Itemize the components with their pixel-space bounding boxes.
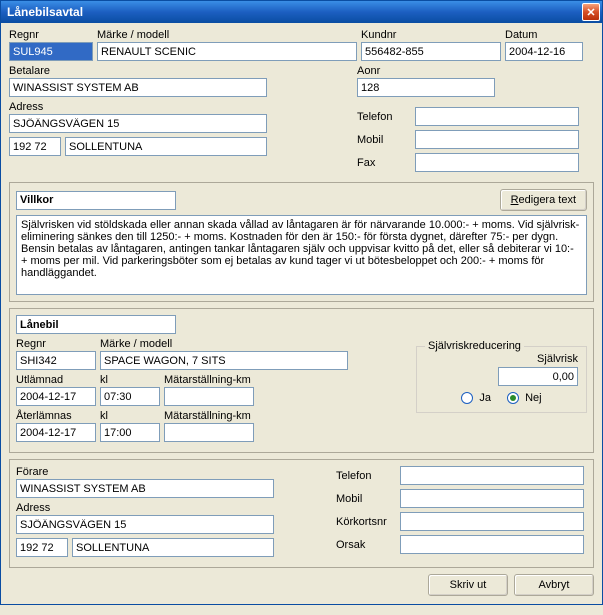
window-title: Lånebilsavtal — [7, 5, 83, 19]
fax-input[interactable] — [415, 153, 579, 172]
forare-telefon-label: Telefon — [336, 470, 400, 482]
lanebil-section: Regnr Märke / modell Utlämnad — [9, 308, 594, 453]
datum-label: Datum — [505, 29, 583, 41]
aterlamnas-label: Återlämnas — [16, 410, 96, 422]
close-button[interactable]: ✕ — [582, 3, 600, 21]
content-area: Regnr Märke / modell Kundnr Datum Betala… — [1, 23, 602, 604]
telefon-input[interactable] — [415, 107, 579, 126]
telefon-label: Telefon — [357, 111, 415, 123]
lanebil-regnr-input[interactable] — [16, 351, 96, 370]
korkortsnr-input[interactable] — [400, 512, 584, 531]
lanebil-marke-label: Märke / modell — [100, 338, 348, 350]
titlebar: Lånebilsavtal ✕ — [1, 1, 602, 23]
sjalvrisk-group: Självriskreducering Självrisk Ja — [416, 346, 587, 413]
villkor-title-input[interactable] — [16, 191, 176, 210]
close-icon: ✕ — [586, 6, 595, 19]
redigera-text-button[interactable]: Redigera text — [500, 189, 587, 211]
footer: Skriv ut Avbryt — [9, 568, 594, 596]
forare-mobil-label: Mobil — [336, 493, 400, 505]
betalare-label: Betalare — [9, 65, 267, 77]
postnr-input[interactable] — [9, 137, 61, 156]
utlamnad-date-input[interactable] — [16, 387, 96, 406]
ort-input[interactable] — [65, 137, 267, 156]
lanebil-marke-input[interactable] — [100, 351, 348, 370]
adress-input[interactable] — [9, 114, 267, 133]
regnr-input[interactable] — [9, 42, 93, 61]
sjalvrisk-input[interactable] — [498, 367, 578, 386]
villkor-text[interactable]: Självrisken vid stöldskada eller annan s… — [16, 215, 587, 295]
radio-icon — [461, 392, 473, 404]
forare-postnr-input[interactable] — [16, 538, 68, 557]
aterlamnas-kl-label: kl — [100, 410, 160, 422]
matarstallning2-input[interactable] — [164, 423, 254, 442]
forare-ort-input[interactable] — [72, 538, 274, 557]
radio-icon-selected — [507, 392, 519, 404]
dialog-window: Lånebilsavtal ✕ Regnr Märke / modell Kun… — [0, 0, 603, 605]
forare-adress-input[interactable] — [16, 515, 274, 534]
utlamnad-label: Utlämnad — [16, 374, 96, 386]
mobil-input[interactable] — [415, 130, 579, 149]
aonr-input[interactable] — [357, 78, 495, 97]
marke-label: Märke / modell — [97, 29, 357, 41]
forare-telefon-input[interactable] — [400, 466, 584, 485]
marke-input[interactable] — [97, 42, 357, 61]
utlamnad-kl-input[interactable] — [100, 387, 160, 406]
skrivut-button[interactable]: Skriv ut — [428, 574, 508, 596]
avbryt-button[interactable]: Avbryt — [514, 574, 594, 596]
adress-label: Adress — [9, 101, 267, 113]
orsak-label: Orsak — [336, 539, 400, 551]
lanebil-title-input[interactable] — [16, 315, 176, 334]
villkor-section: Redigera text Självrisken vid stöldskada… — [9, 182, 594, 302]
sjalvrisk-group-title: Självriskreducering — [425, 340, 524, 352]
sjalvrisk-label: Självrisk — [537, 353, 578, 365]
forare-input[interactable] — [16, 479, 274, 498]
korkortsnr-label: Körkortsnr — [336, 516, 400, 528]
nej-label: Nej — [525, 392, 542, 404]
aterlamnas-kl-input[interactable] — [100, 423, 160, 442]
lanebil-regnr-label: Regnr — [16, 338, 96, 350]
fax-label: Fax — [357, 157, 415, 169]
orsak-input[interactable] — [400, 535, 584, 554]
kundnr-input[interactable] — [361, 42, 501, 61]
kundnr-label: Kundnr — [361, 29, 501, 41]
utlamnad-kl-label: kl — [100, 374, 160, 386]
mobil-label: Mobil — [357, 134, 415, 146]
forare-adress-label: Adress — [16, 502, 274, 514]
forare-mobil-input[interactable] — [400, 489, 584, 508]
regnr-label: Regnr — [9, 29, 93, 41]
betalare-input[interactable] — [9, 78, 267, 97]
radio-nej[interactable]: Nej — [507, 392, 542, 404]
datum-input[interactable] — [505, 42, 583, 61]
matarstallning2-label: Mätarställning-km — [164, 410, 254, 422]
forare-section: Förare Adress — [9, 459, 594, 568]
aterlamnas-date-input[interactable] — [16, 423, 96, 442]
forare-label: Förare — [16, 466, 274, 478]
aonr-label: Aonr — [357, 65, 495, 77]
matarstallning1-label: Mätarställning-km — [164, 374, 254, 386]
radio-ja[interactable]: Ja — [461, 392, 491, 404]
matarstallning1-input[interactable] — [164, 387, 254, 406]
ja-label: Ja — [479, 392, 491, 404]
